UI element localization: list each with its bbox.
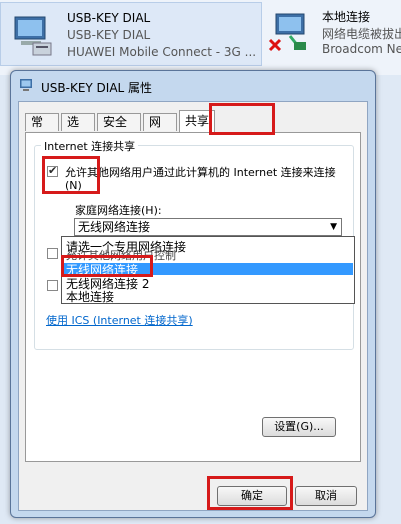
tab-general[interactable]: 常规 [25, 113, 59, 146]
allow-control-checkbox[interactable] [47, 248, 58, 259]
home-network-label: 家庭网络连接(H): [75, 204, 162, 217]
dropdown-option[interactable]: 本地连接 [66, 288, 114, 305]
tab-network[interactable]: 网络 [143, 113, 177, 146]
dialog-client-area: 常规 选项 安全 网络 共享 Internet 连接共享 ✔ 允许其他网络用户通… [18, 101, 368, 511]
connection-device: Broadcom Ne [322, 42, 401, 56]
dialog-title: USB-KEY DIAL 属性 [41, 81, 153, 95]
dialog-titlebar[interactable]: USB-KEY DIAL 属性 [11, 71, 375, 101]
connection-name: 本地连接 [322, 10, 371, 24]
ics-help-link[interactable]: 使用 ICS (Internet 连接共享) [46, 312, 193, 328]
auto-dial-checkbox[interactable] [47, 280, 58, 291]
network-connection-icon [14, 16, 52, 56]
checkmark-icon: ✔ [48, 164, 58, 177]
tab-sharing[interactable]: 共享 [179, 110, 215, 132]
dropdown-option-selected[interactable]: 无线网络连接 [66, 261, 138, 278]
chevron-down-icon: ▼ [330, 222, 337, 232]
network-disconnected-icon[interactable] [268, 10, 312, 56]
network-icon [20, 79, 32, 91]
connection-status: 网络电缆被拔出 [322, 27, 401, 41]
connection-name: USB-KEY DIAL [67, 11, 151, 25]
connection-device: HUAWEI Mobile Connect - 3G ... [67, 45, 257, 59]
connection-status: USB-KEY DIAL [67, 28, 151, 42]
tab-security[interactable]: 安全 [97, 113, 141, 131]
home-network-value: 无线网络连接 [78, 220, 151, 234]
home-network-select[interactable]: 无线网络连接 ▼ [74, 218, 342, 236]
settings-button[interactable]: 设置(G)... [262, 417, 336, 437]
allow-share-label: 允许其他网络用户通过此计算机的 Internet 连接来连接(N) [65, 166, 336, 192]
tab-options[interactable]: 选项 [61, 113, 95, 146]
ok-button[interactable]: 确定 [217, 486, 287, 506]
cancel-button[interactable]: 取消 [295, 486, 357, 506]
home-network-dropdown-list: 请选一个专用网络连接 允许其他网络用户控制 无线网络连接 无线网络连接 2 本地… [61, 236, 355, 304]
connection-usb-key-dial[interactable]: USB-KEY DIAL USB-KEY DIAL HUAWEI Mobile … [0, 2, 262, 66]
allow-share-checkbox[interactable]: ✔ [47, 164, 58, 177]
ics-group-title: Internet 连接共享 [41, 138, 139, 154]
